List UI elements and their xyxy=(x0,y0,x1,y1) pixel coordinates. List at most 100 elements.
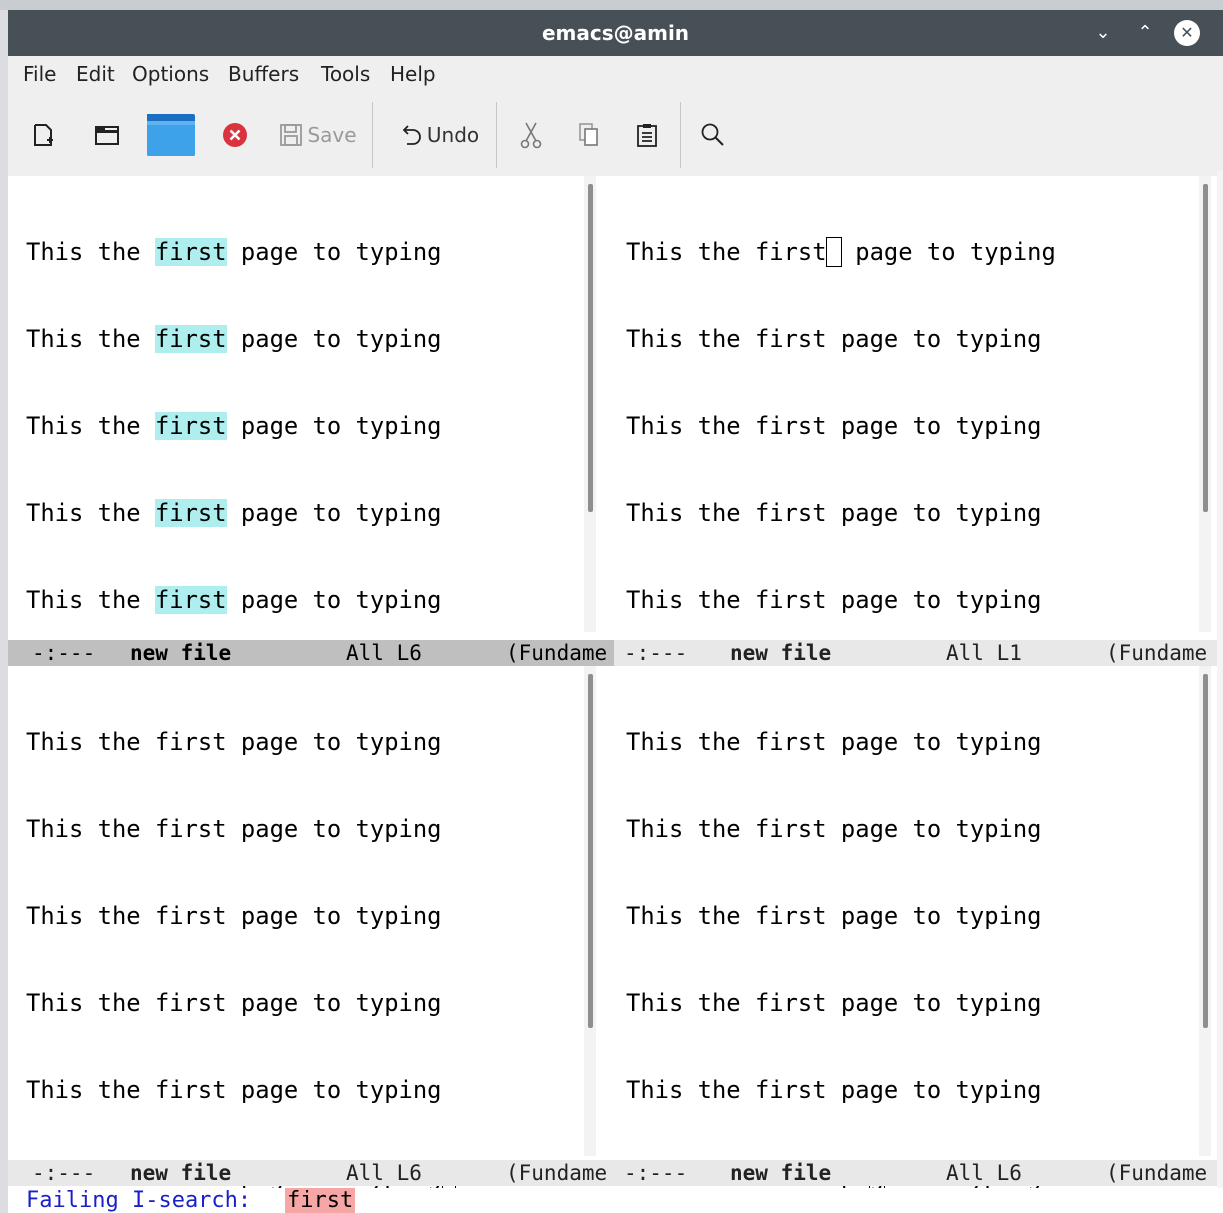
search-icon xyxy=(701,123,724,146)
new-file-icon xyxy=(34,124,53,146)
text-line: This the first page to typing xyxy=(626,1076,1042,1104)
text-line: This the first page to typing xyxy=(26,499,442,527)
menu-help[interactable]: Help xyxy=(390,62,436,86)
menu-buffers[interactable]: Buffers xyxy=(228,62,299,86)
undo-icon xyxy=(402,125,421,145)
menu-file[interactable]: File xyxy=(23,62,56,86)
undo-button[interactable]: Undo xyxy=(394,112,486,158)
open-directory-button[interactable] xyxy=(90,112,124,158)
mode-line-position: All L1 xyxy=(946,641,1022,665)
mode-line-bottom-left[interactable]: -:--- new file All L6 (Fundame xyxy=(8,1160,614,1186)
new-file-button[interactable] xyxy=(28,112,58,158)
mode-line-position: All L6 xyxy=(946,1161,1022,1185)
isearch-term[interactable]: first xyxy=(285,1188,356,1213)
text-line: This the first page to typing xyxy=(626,412,1042,440)
pane-top-left[interactable]: This the first page to typing This the f… xyxy=(8,176,608,701)
title-bar[interactable]: emacs@amin ⌄ ⌃ ✕ xyxy=(8,10,1223,56)
save-icon xyxy=(280,124,303,146)
undo-label: Undo xyxy=(426,123,480,147)
open-directory-icon xyxy=(95,126,119,145)
mode-line-flags: -:--- xyxy=(32,641,96,665)
pane-bottom-left[interactable]: This the first page to typing This the f… xyxy=(8,666,608,1192)
mode-line-position: All L6 xyxy=(346,641,422,665)
buffer-text[interactable]: This the first page to typing This the f… xyxy=(26,670,456,1213)
menu-bar: File Edit Options Buffers Tools Help xyxy=(8,56,1223,94)
window-edge xyxy=(0,10,8,1213)
scrollbar-thumb[interactable] xyxy=(588,674,593,1028)
isearch-match: first xyxy=(154,412,227,440)
search-button[interactable] xyxy=(698,112,728,158)
text-line: This the first page to typing xyxy=(26,412,442,440)
menu-edit[interactable]: Edit xyxy=(76,62,115,86)
window-title: emacs@amin xyxy=(541,21,690,45)
scrollbar[interactable] xyxy=(1199,176,1211,632)
mode-line-mode[interactable]: (Fundame xyxy=(506,1160,607,1186)
close-window-icon[interactable]: ✕ xyxy=(1174,20,1200,46)
isearch-match: first xyxy=(154,499,227,527)
mode-line-top-right[interactable]: -:--- new file All L1 (Fundame xyxy=(614,640,1217,666)
folder-icon xyxy=(147,114,195,156)
text-line: This the first page to typing xyxy=(26,1076,442,1104)
text-line: This the first page to typing xyxy=(26,902,442,930)
scrollbar-thumb[interactable] xyxy=(1203,674,1208,1028)
maximize-icon[interactable]: ⌃ xyxy=(1132,20,1158,46)
paste-button[interactable] xyxy=(632,112,662,158)
pane-bottom-right[interactable]: This the first page to typing This the f… xyxy=(608,666,1217,1192)
text-line: This the first page to typing xyxy=(626,325,1042,353)
mode-line-buffer-name[interactable]: new file xyxy=(730,1160,831,1186)
text-line: This the first page to typing xyxy=(26,238,442,266)
scrollbar[interactable] xyxy=(1199,666,1211,1156)
isearch-match: first xyxy=(154,586,227,614)
buffer-text[interactable]: This the first page to typing This the f… xyxy=(626,670,1042,1213)
text-line: This the first page to typing xyxy=(626,728,1042,756)
window-edge xyxy=(1217,170,1223,1213)
cut-icon xyxy=(520,122,542,149)
menu-tools[interactable]: Tools xyxy=(321,62,370,86)
scrollbar-thumb[interactable] xyxy=(588,184,593,512)
mode-line-buffer-name[interactable]: new file xyxy=(130,1160,231,1186)
minimize-icon[interactable]: ⌄ xyxy=(1090,20,1116,46)
pane-top-right[interactable]: This the first page to typing This the f… xyxy=(608,176,1217,701)
isearch-match: first xyxy=(154,325,227,353)
text-line: This the first page to typing xyxy=(626,902,1042,930)
close-buffer-icon xyxy=(223,123,247,147)
scrollbar[interactable] xyxy=(584,666,596,1156)
mode-line-flags: -:--- xyxy=(624,641,688,665)
isearch-match: first xyxy=(154,238,227,266)
toolbar: Save Undo xyxy=(8,94,1223,176)
mode-line-bottom-right[interactable]: -:--- new file All L6 (Fundame xyxy=(614,1160,1217,1186)
text-line: This the first page to typing xyxy=(626,815,1042,843)
minibuffer[interactable]: Failing I-search: first xyxy=(8,1188,1223,1213)
menu-options[interactable]: Options xyxy=(132,62,209,86)
toolbar-separator xyxy=(496,102,497,168)
mode-line-mode[interactable]: (Fundame xyxy=(1106,1160,1207,1186)
save-label: Save xyxy=(307,123,357,147)
text-line: This the first page to typing xyxy=(26,815,442,843)
mode-line-buffer-name[interactable]: new file xyxy=(730,640,831,666)
save-button[interactable]: Save xyxy=(276,112,360,158)
mode-line-mode[interactable]: (Fundame xyxy=(1106,640,1207,666)
scrollbar[interactable] xyxy=(584,176,596,632)
mode-line-mode[interactable]: (Fundame xyxy=(506,640,607,666)
toolbar-separator xyxy=(372,102,373,168)
text-line: This the first page to typing xyxy=(26,325,442,353)
text-line: This the first page to typing xyxy=(626,989,1042,1017)
text-line: This the first page to typing xyxy=(26,728,442,756)
scrollbar-thumb[interactable] xyxy=(1203,184,1208,512)
text-line: This the first page to typing xyxy=(626,586,1042,614)
copy-icon xyxy=(579,123,598,146)
text-line: This the first page to typing xyxy=(626,499,1042,527)
desktop-strip xyxy=(0,0,1223,10)
mode-line-top-left[interactable]: -:--- new file All L6 (Fundame xyxy=(8,640,614,666)
isearch-prompt: Failing I-search: xyxy=(26,1188,265,1213)
cursor xyxy=(825,237,842,267)
mode-line-flags: -:--- xyxy=(32,1161,96,1185)
toolbar-separator xyxy=(680,102,681,168)
mode-line-flags: -:--- xyxy=(624,1161,688,1185)
mode-line-buffer-name[interactable]: new file xyxy=(130,640,231,666)
open-file-button[interactable] xyxy=(146,106,196,162)
cut-button[interactable] xyxy=(516,112,546,158)
close-buffer-button[interactable] xyxy=(220,112,250,158)
copy-button[interactable] xyxy=(574,112,604,158)
text-line: This the first page to typing xyxy=(626,237,1056,267)
